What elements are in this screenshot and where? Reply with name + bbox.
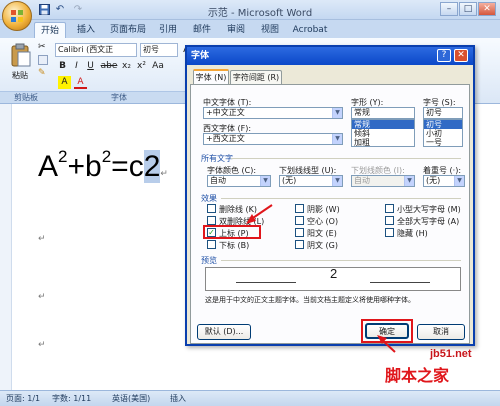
- watermark-brand: 脚本之家: [385, 368, 450, 385]
- annotation-arrows: [246, 204, 396, 353]
- arrow-head-icon: [246, 214, 256, 224]
- watermark-url: jb51.net: [430, 348, 472, 360]
- office-logo-icon: [11, 10, 23, 22]
- office-button[interactable]: [2, 1, 32, 31]
